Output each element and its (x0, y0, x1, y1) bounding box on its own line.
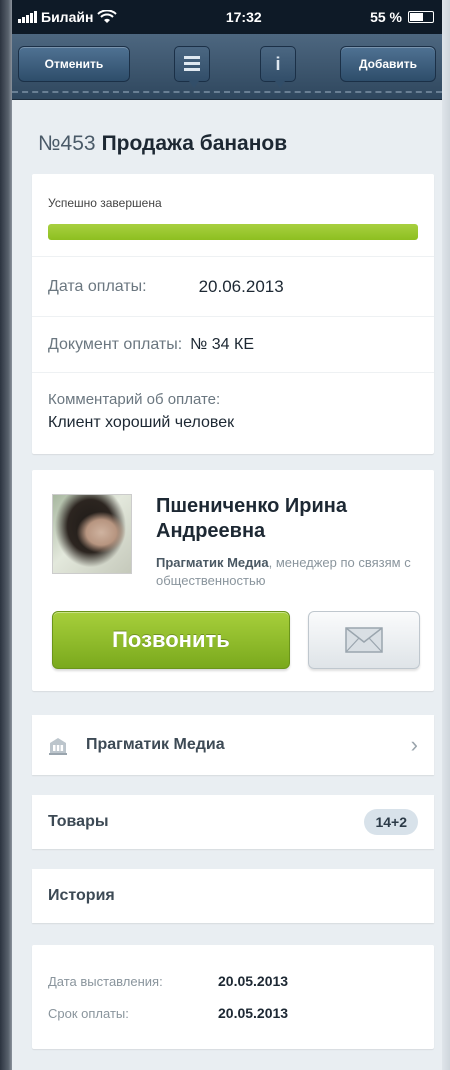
goods-count-badge: 14+2 (364, 809, 418, 836)
payment-date-label: Дата оплаты: (48, 277, 147, 295)
payment-date-value: 20.06.2013 (198, 276, 284, 296)
contact-header: Пшениченко Ирина Андреевна Прагматик Мед… (52, 494, 420, 589)
info-view-button[interactable]: i (260, 45, 296, 88)
navigation-bar: Отменить i Добавить (12, 34, 442, 100)
issued-date-row: Дата выставления: 20.05.2013 (48, 965, 418, 997)
issued-date-value: 20.05.2013 (218, 973, 289, 990)
envelope-icon (345, 627, 383, 653)
due-date-label: Срок оплаты: (48, 1005, 129, 1021)
carrier-name: Билайн (41, 9, 94, 25)
payment-comment-text: Клиент хороший человек (48, 414, 235, 431)
payment-card: Успешно завершена Дата оплаты: 20.06.201… (32, 174, 434, 454)
cancel-button[interactable]: Отменить (18, 45, 130, 82)
payment-progress-bar (48, 224, 418, 240)
avatar[interactable] (52, 494, 132, 574)
issued-date-label: Дата выставления: (48, 973, 163, 989)
invoice-dates-card: Дата выставления: 20.05.2013 Срок оплаты… (32, 945, 434, 1050)
add-button[interactable]: Добавить (340, 45, 436, 82)
deal-name: Продажа бананов (101, 132, 288, 155)
contact-card: Пшениченко Ирина Андреевна Прагматик Мед… (32, 470, 434, 692)
contact-name: Пшениченко Ирина Андреевна (156, 494, 420, 544)
status-time: 17:32 (225, 9, 262, 25)
payment-document-row: Документ оплаты: № 34 КЕ (32, 316, 434, 372)
goods-row[interactable]: Товары 14+2 (32, 795, 434, 850)
status-bar: Билайн 17:32 55 % (12, 0, 442, 34)
signal-icon (18, 11, 37, 23)
list-view-button[interactable] (174, 45, 210, 88)
payment-status-block: Успешно завершена (32, 174, 434, 256)
nav-view-switcher: i (174, 45, 296, 88)
contact-role: Прагматик Медиа, менеджер по связям с об… (156, 554, 420, 589)
email-button[interactable] (307, 611, 420, 670)
info-icon: i (275, 53, 281, 74)
window-edge-right (442, 0, 450, 1070)
payment-document-label: Документ оплаты: (48, 335, 183, 353)
contact-actions: Позвонить (52, 611, 420, 670)
company-name: Прагматик Медиа (86, 736, 225, 754)
call-button[interactable]: Позвонить (52, 611, 290, 670)
history-row[interactable]: История (32, 869, 434, 924)
battery-icon (408, 11, 434, 23)
payment-progress-fill (48, 224, 418, 240)
list-icon (184, 56, 200, 71)
contact-name-line1: Пшениченко Ирина (156, 495, 347, 517)
building-icon (49, 738, 67, 756)
battery-percent: 55 % (370, 9, 402, 25)
chevron-right-icon: › (410, 732, 418, 758)
status-left: Билайн (18, 9, 118, 25)
history-label: История (48, 887, 115, 905)
payment-comment: Комментарий об оплате: Клиент хороший че… (32, 372, 434, 454)
deal-number: №453 (38, 132, 96, 155)
goods-label: Товары (48, 813, 109, 831)
company-row[interactable]: Прагматик Медиа › (32, 715, 434, 776)
window-edge-left (0, 0, 12, 1070)
deal-content: №453 Продажа бананов Успешно завершена Да… (12, 100, 442, 1050)
contact-organization: Прагматик Медиа (156, 555, 269, 570)
contact-name-line2: Андреевна (156, 520, 266, 542)
payment-status-label: Успешно завершена (48, 196, 162, 210)
phone-screen: Билайн 17:32 55 % Отменить i Добавить №4… (12, 0, 442, 1070)
contact-info: Пшениченко Ирина Андреевна Прагматик Мед… (156, 494, 420, 589)
wifi-icon (97, 10, 118, 23)
deal-title: №453 Продажа бананов (32, 100, 434, 174)
due-date-value: 20.05.2013 (218, 1005, 289, 1022)
payment-date-row: Дата оплаты: 20.06.2013 (32, 256, 434, 316)
status-right: 55 % (370, 9, 434, 25)
due-date-row: Срок оплаты: 20.05.2013 (48, 997, 418, 1029)
payment-document-value: № 34 КЕ (190, 335, 254, 353)
payment-comment-label: Комментарий об оплате: (48, 391, 221, 408)
